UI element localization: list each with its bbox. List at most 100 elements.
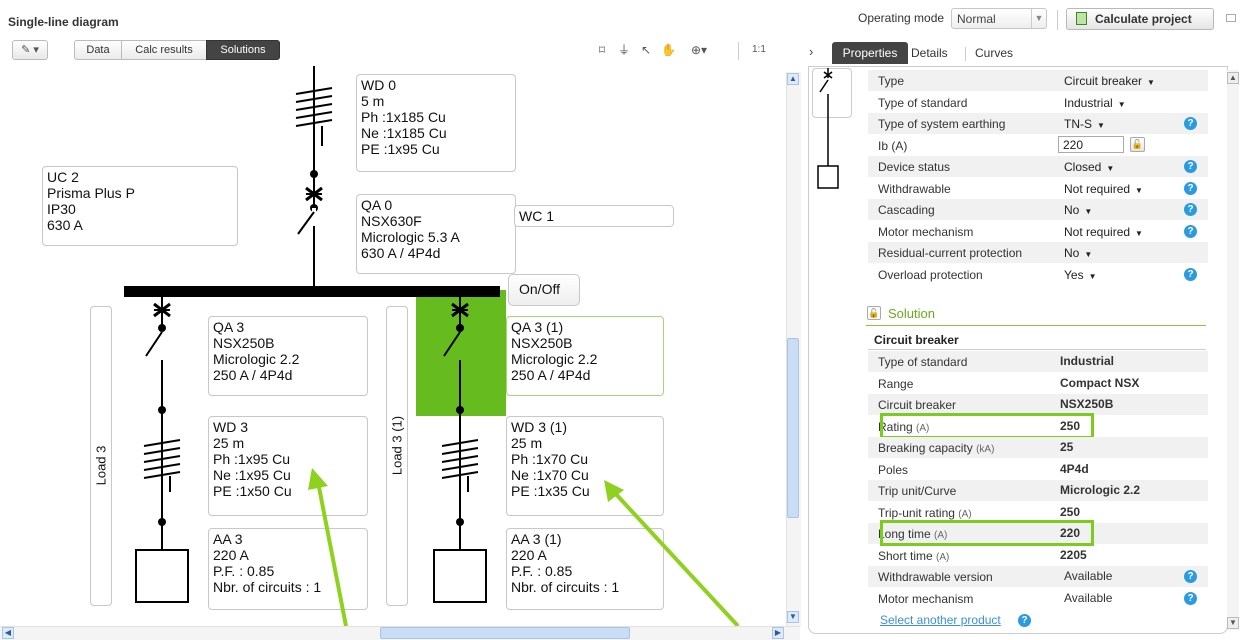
zoom-reset-button[interactable]: 1:1 — [752, 44, 766, 55]
scroll-right-icon[interactable]: ▶ — [772, 627, 784, 639]
aa3-line: Nbr. of circuits : 1 — [213, 579, 322, 595]
property-value: Circuit breaker — [1064, 74, 1143, 88]
property-dropdown[interactable]: Yes ▼ — [1064, 268, 1097, 282]
tab-properties[interactable]: Properties — [832, 42, 908, 64]
uc2-box[interactable]: UC 2 Prisma Plus P IP30 630 A — [42, 166, 238, 246]
solution-value: Available — [1064, 569, 1113, 583]
aa3-box[interactable]: AA 3 220 A P.F. : 0.85 Nbr. of circuits … — [208, 528, 368, 610]
tab-details[interactable]: Details — [911, 46, 948, 60]
aa3-1-box[interactable]: AA 3 (1) 220 A P.F. : 0.85 Nbr. of circu… — [506, 528, 664, 610]
solution-row: Breaking capacity (kA) 25 — [868, 437, 1208, 458]
load3-label: Load 3 — [93, 445, 109, 486]
load3-1-label: Load 3 (1) — [389, 415, 405, 476]
solution-label: Withdrawable version — [878, 570, 993, 584]
calculate-project-button[interactable]: Calculate project — [1066, 8, 1214, 30]
align-icon[interactable]: ⏚ — [617, 43, 631, 57]
qa0-line: NSX630F — [361, 213, 422, 229]
solution-label: Circuit breaker — [878, 398, 956, 412]
pan-hand-icon[interactable]: ✋ — [661, 43, 676, 57]
onoff-button[interactable]: On/Off — [508, 274, 580, 306]
help-icon[interactable]: ? — [1184, 181, 1197, 195]
solution-label-text: Circuit breaker — [878, 398, 957, 412]
chevron-down-icon: ▼ — [1084, 250, 1093, 259]
solution-label-text: Trip unit/Curve — [878, 484, 957, 498]
app-title: Single-line diagram — [8, 15, 119, 29]
qa3-1-box[interactable]: QA 3 (1) NSX250B Micrologic 2.2 250 A / … — [506, 316, 664, 396]
help-icon[interactable]: ? — [1184, 591, 1197, 605]
pencil-tool-button[interactable]: ✎ ▾ — [12, 40, 48, 60]
help-icon[interactable]: ? — [1184, 160, 1197, 173]
qa0-box[interactable]: QA 0 NSX630F Micrologic 5.3 A 630 A / 4P… — [356, 194, 516, 274]
help-icon[interactable]: ? — [1184, 117, 1197, 130]
help-icon[interactable]: ? — [1184, 267, 1197, 281]
scroll-left-icon[interactable]: ◀ — [2, 627, 14, 639]
scroll-up-icon[interactable]: ▲ — [1227, 72, 1239, 84]
zoom-icon[interactable]: ⊕▾ — [685, 43, 713, 57]
qa3-1-line: Micrologic 2.2 — [511, 351, 598, 367]
solution-value: 250 — [1060, 504, 1081, 519]
scroll-up-icon[interactable]: ▲ — [787, 73, 799, 85]
chevron-down-icon: ▼ — [1088, 271, 1097, 281]
help-icon[interactable]: ? — [1184, 570, 1197, 583]
panel-scrollbar[interactable] — [1227, 70, 1239, 630]
collapse-panel-icon[interactable]: › — [809, 44, 813, 59]
lock-icon[interactable]: 🔓 — [1130, 136, 1145, 152]
wd3-line: 25 m — [213, 435, 245, 451]
load-symbol[interactable] — [135, 549, 189, 603]
solution-title: Solution — [888, 306, 935, 321]
scroll-down-icon[interactable]: ▼ — [787, 611, 799, 623]
property-dropdown[interactable]: Not required ▼ — [1064, 182, 1143, 196]
property-dropdown[interactable]: TN-S ▼ — [1064, 117, 1105, 131]
help-icon[interactable]: ? — [1184, 224, 1197, 238]
property-value: Industrial — [1064, 95, 1113, 110]
property-dropdown[interactable]: Closed ▼ — [1064, 160, 1114, 174]
busbar[interactable] — [124, 286, 500, 297]
property-label: Withdrawable — [878, 181, 951, 196]
scroll-down-icon[interactable]: ▼ — [1227, 617, 1239, 629]
highlight-frame — [880, 520, 1094, 546]
tab-curves[interactable]: Curves — [975, 46, 1013, 60]
horizontal-scroll-thumb[interactable] — [380, 627, 630, 639]
solution-value: Micrologic 2.2 — [1060, 483, 1141, 497]
property-label: Overload protection — [878, 267, 983, 282]
wd3-box[interactable]: WD 3 25 m Ph :1x95 Cu Ne :1x95 Cu PE :1x… — [208, 416, 368, 516]
help-icon[interactable]: ? — [1184, 203, 1197, 216]
property-row: Type of standard Industrial ▼ — [868, 92, 1208, 113]
load-symbol[interactable] — [433, 549, 487, 603]
property-row: Type Circuit breaker ▼ — [868, 70, 1208, 91]
solution-row: Range Compact NSX — [868, 373, 1208, 394]
solution-row: Poles 4P4d — [868, 459, 1208, 480]
tab-solutions[interactable]: Solutions — [206, 40, 280, 60]
property-value: No — [1064, 203, 1080, 217]
tab-data[interactable]: Data — [74, 40, 122, 60]
solution-label: Trip-unit rating (A) — [878, 506, 972, 520]
wd3-1-box[interactable]: WD 3 (1) 25 m Ph :1x70 Cu Ne :1x70 Cu PE… — [506, 416, 664, 516]
property-dropdown[interactable]: No ▼ — [1064, 246, 1092, 260]
pointer-icon[interactable]: ↖ — [639, 43, 653, 57]
property-dropdown[interactable]: Not required ▼ — [1064, 225, 1143, 239]
uc2-line: Prisma Plus P — [47, 185, 135, 201]
select-another-product-link[interactable]: Select another product — [880, 613, 1001, 627]
property-dropdown[interactable]: Industrial ▼ — [1064, 96, 1126, 110]
property-label: Cascading — [878, 203, 935, 217]
property-value: TN-S — [1064, 117, 1092, 131]
wd0-box[interactable]: WD 0 5 m Ph :1x185 Cu Ne :1x185 Cu PE :1… — [356, 74, 516, 172]
select-area-icon[interactable]: ⌑ — [595, 43, 609, 57]
qa3-box[interactable]: QA 3 NSX250B Micrologic 2.2 250 A / 4P4d — [208, 316, 368, 396]
qa3-line: QA 3 — [213, 319, 245, 335]
operating-mode-label: Operating mode — [858, 11, 945, 25]
restore-window-icon[interactable] — [1226, 14, 1236, 22]
vertical-scroll-thumb[interactable] — [787, 338, 799, 518]
property-dropdown[interactable]: Circuit breaker ▼ — [1064, 74, 1155, 88]
help-icon[interactable]: ? — [1018, 614, 1031, 627]
diagram-canvas[interactable]: WD 0 5 m Ph :1x185 Cu Ne :1x185 Cu PE :1… — [12, 66, 786, 626]
wc1-box[interactable]: WC 1 — [514, 205, 674, 227]
operating-mode-select[interactable]: Normal ▼ — [951, 8, 1047, 29]
property-dropdown[interactable]: No ▼ — [1064, 203, 1092, 217]
property-row: Overload protection Yes ▼? — [868, 264, 1208, 285]
wd0-line: PE :1x95 Cu — [361, 141, 440, 157]
tab-calc-results[interactable]: Calc results — [121, 40, 207, 60]
lock-icon[interactable]: 🔓 — [867, 306, 881, 320]
wd3-1-line: Ne :1x70 Cu — [511, 467, 589, 483]
ib-input[interactable]: 220 — [1058, 135, 1124, 153]
